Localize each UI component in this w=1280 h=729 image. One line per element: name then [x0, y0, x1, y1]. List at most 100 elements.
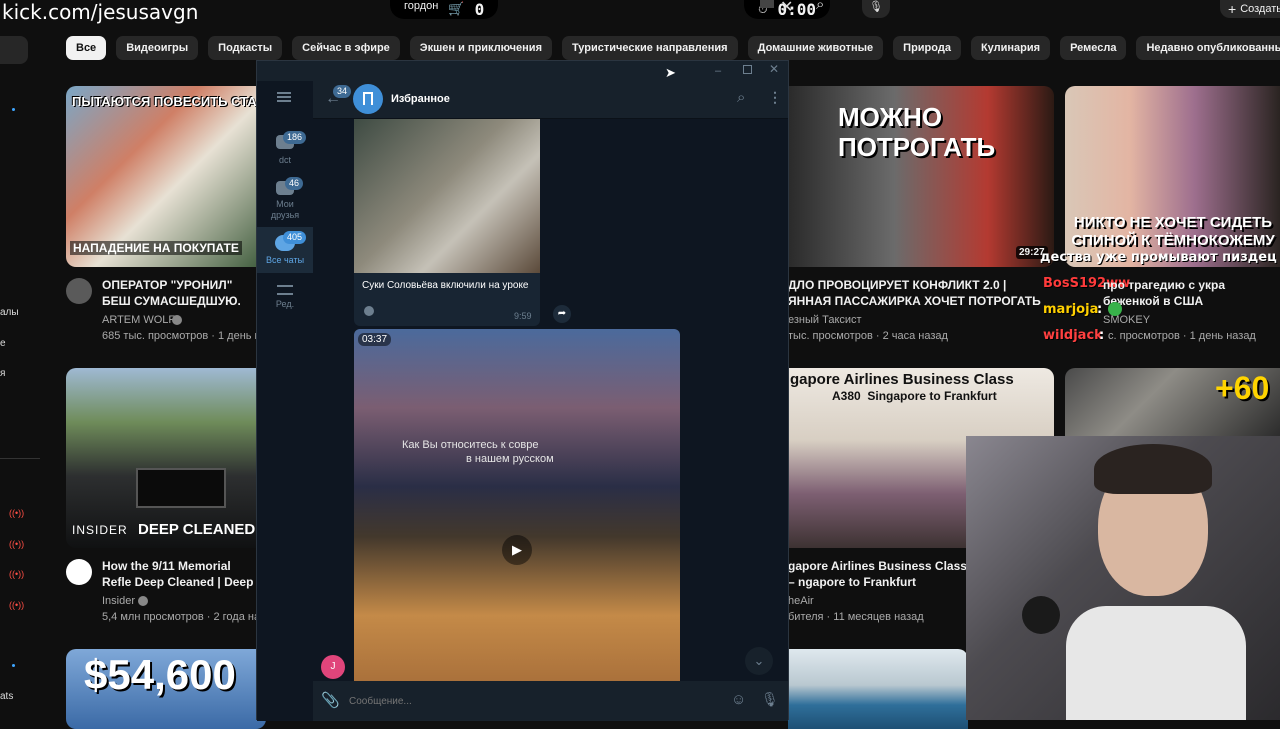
- video-meta: тыс. просмотров · 2 часа назад: [788, 330, 948, 342]
- folder-label: Мои друзья: [270, 199, 300, 220]
- sender-avatar[interactable]: J: [321, 655, 345, 679]
- folder-my-friends[interactable]: 46 Мои друзья: [257, 173, 313, 225]
- minimize-icon[interactable]: [760, 0, 774, 8]
- sidebar-fragment-4[interactable]: ats: [0, 691, 13, 702]
- video-thumbnail[interactable]: $54,600: [66, 649, 266, 729]
- channel-avatar[interactable]: [66, 559, 92, 585]
- video-thumbnail[interactable]: INSIDER DEEP CLEANED: [66, 368, 266, 548]
- search-icon[interactable]: ⌕: [737, 89, 745, 106]
- maximize-icon[interactable]: [743, 65, 752, 74]
- channel-name[interactable]: ARTEM WOLF: [102, 312, 175, 328]
- thumbnail-text: НИКТО НЕ ХОЧЕТ СИДЕТЬ СПИНОЙ К ТЁМНОКОЖЕ…: [1071, 214, 1275, 249]
- channel-name[interactable]: езный Таксист: [788, 312, 862, 328]
- verified-icon: [138, 596, 148, 606]
- video-subtitle: в нашем русском: [466, 453, 554, 465]
- create-button[interactable]: + Создать: [1220, 0, 1280, 18]
- window-titlebar[interactable]: – ✕ ➤: [257, 61, 788, 81]
- chip-1[interactable]: Видеоигры: [116, 36, 199, 60]
- video-title[interactable]: How the 9/11 Memorial Refle Deep Cleaned…: [102, 558, 258, 590]
- plus-icon: +: [1228, 1, 1237, 17]
- chat-title[interactable]: Избранное: [391, 93, 450, 105]
- message-image[interactable]: [354, 119, 540, 273]
- stream-url: kick.com/jesusavgn: [2, 0, 199, 24]
- scroll-down-icon[interactable]: ⌄: [745, 647, 773, 675]
- chip-5[interactable]: Туристические направления: [562, 36, 738, 60]
- stream-chat-colon: :: [1097, 302, 1103, 317]
- close-icon[interactable]: ✕: [780, 0, 793, 17]
- more-options-icon[interactable]: ⋮: [768, 89, 782, 106]
- folder-label: Все чаты: [265, 255, 305, 265]
- video-thumbnail[interactable]: МОЖНО ПОТРОГАТЬ 29:27: [788, 86, 1054, 267]
- minimize-icon[interactable]: –: [715, 65, 721, 77]
- video-meta: бителя · 11 месяцев назад: [788, 611, 924, 623]
- video-title[interactable]: gapore Airlines Business Class – ngapore…: [788, 558, 968, 590]
- folder-label: dct: [278, 155, 291, 165]
- chip-3[interactable]: Сейчас в эфире: [292, 36, 400, 60]
- chip-2[interactable]: Подкасты: [208, 36, 283, 60]
- thumbnail-text: +60: [1215, 370, 1270, 406]
- folder-dct[interactable]: 186 dct: [257, 127, 313, 171]
- message-list: Суки Соловьёва включили на уроке 9:59 ➦ …: [313, 119, 788, 681]
- verified-icon: [172, 315, 182, 325]
- microphone: [1022, 596, 1060, 634]
- live-icon: ((•)): [9, 600, 25, 610]
- stream-chat-user: wildjack: [1043, 328, 1103, 343]
- video-title[interactable]: ДЛО ПРОВОЦИРУЕТ КОНФЛИКТ 2.0 | ЯННАЯ ПАС…: [788, 277, 1044, 309]
- chip-8[interactable]: Кулинария: [970, 36, 1051, 60]
- chip-7[interactable]: Природа: [893, 36, 961, 60]
- forward-icon[interactable]: ➦: [553, 305, 571, 323]
- video-thumbnail[interactable]: [788, 649, 968, 729]
- sliders-icon: [277, 285, 293, 295]
- video-meta: 685 тыс. просмотров · 1 день н: [102, 330, 261, 342]
- channel-name[interactable]: heAir: [788, 593, 814, 609]
- menu-icon[interactable]: [277, 92, 291, 102]
- streamer-webcam: [966, 436, 1280, 720]
- thumbnail-brand: INSIDER: [72, 523, 128, 537]
- channel-name[interactable]: SMOKEY: [1103, 312, 1150, 328]
- chip-9[interactable]: Ремесла: [1060, 36, 1127, 60]
- sidebar-dot: [12, 108, 15, 111]
- thumbnail-text: $54,600: [84, 651, 236, 698]
- thumbnail-text: DEEP CLEANED: [138, 521, 256, 538]
- play-icon[interactable]: ▶: [502, 535, 532, 565]
- message-input[interactable]: [349, 691, 709, 711]
- sidebar-fragment-3[interactable]: я: [0, 368, 5, 379]
- channel-avatar[interactable]: [66, 278, 92, 304]
- avatar-letter: J: [330, 661, 336, 672]
- microphone-icon[interactable]: 🎙: [862, 0, 890, 18]
- folder-all-chats[interactable]: 405 Все чаты: [257, 227, 313, 273]
- video-title[interactable]: про трагедию с укра беженкой в США: [1103, 277, 1280, 309]
- video-message[interactable]: 03:37 Как Вы относитесь к совре в нашем …: [354, 329, 680, 681]
- close-icon[interactable]: ✕: [769, 62, 779, 76]
- emoji-icon[interactable]: ☺: [731, 691, 746, 708]
- chip-0[interactable]: Все: [66, 36, 107, 60]
- sidebar-fragment-2[interactable]: е: [0, 338, 6, 349]
- back-unread-badge: 34: [333, 85, 352, 98]
- video-duration: 03:37: [358, 333, 392, 346]
- sidebar-home-item[interactable]: [0, 36, 28, 64]
- attach-icon[interactable]: 📎: [321, 691, 340, 709]
- video-subtitle: Как Вы относитесь к совре: [402, 439, 539, 451]
- chip-10[interactable]: Недавно опубликованные: [1136, 36, 1280, 60]
- channel-name[interactable]: Insider: [102, 593, 135, 609]
- live-icon: ((•)): [9, 569, 25, 579]
- microphone-icon[interactable]: 🎙: [761, 691, 779, 708]
- search-icon[interactable]: ⌕: [816, 0, 824, 13]
- chip-4[interactable]: Экшен и приключения: [409, 36, 552, 60]
- video-thumbnail[interactable]: +60: [1065, 368, 1280, 436]
- video-title[interactable]: ОПЕРАТОР "УРОНИЛ" БЕШ СУМАСШЕДШУЮ. ФАНТА…: [102, 277, 262, 309]
- folder-label: Ред.: [275, 299, 295, 309]
- folder-edit[interactable]: Ред.: [257, 279, 313, 319]
- video-meta: 5,4 млн просмотров · 2 года на: [102, 611, 261, 623]
- saved-messages-icon[interactable]: [353, 84, 383, 114]
- chip-6[interactable]: Домашние животные: [747, 36, 884, 60]
- message-time: 9:59: [514, 311, 532, 321]
- sidebar-fragment-1[interactable]: алы: [0, 307, 19, 318]
- mouse-cursor-icon: ➤: [665, 65, 676, 80]
- video-thumbnail[interactable]: НИКТО НЕ ХОЧЕТ СИДЕТЬ СПИНОЙ К ТЁМНОКОЖЕ…: [1065, 86, 1280, 267]
- message-bubble[interactable]: Суки Соловьёва включили на уроке 9:59: [354, 119, 540, 326]
- unread-badge: 186: [283, 131, 307, 144]
- streamer-hair: [1094, 444, 1212, 494]
- thumbnail-subtext: A380 Singapore to Frankfurt: [832, 389, 997, 403]
- video-thumbnail[interactable]: ПЫТАЮТСЯ ПОВЕСИТЬ СТА НАПАДЕНИЕ НА ПОКУП…: [66, 86, 266, 267]
